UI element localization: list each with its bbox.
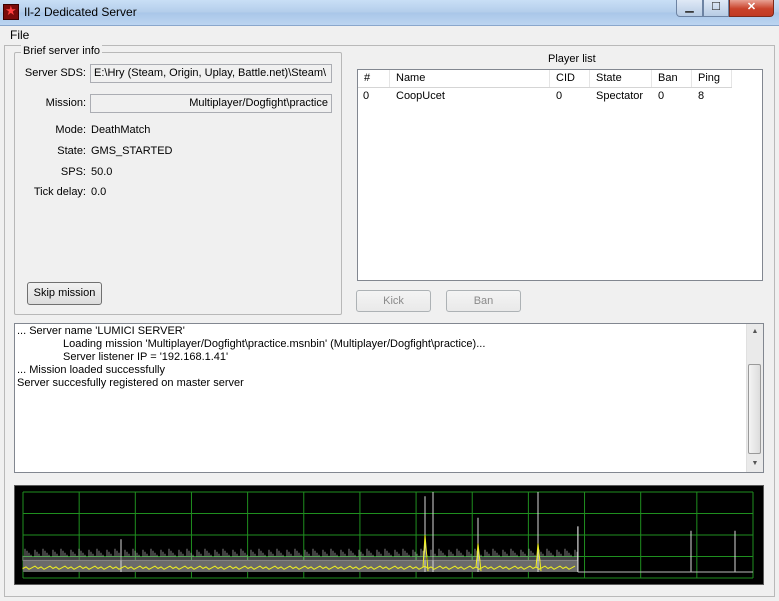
minimize-button[interactable]: ▁ (676, 0, 703, 17)
player-state: Spectator (596, 90, 644, 102)
column-header-cid[interactable]: CID (550, 70, 590, 87)
scroll-up-arrow-icon[interactable]: ▲ (747, 324, 763, 340)
player-cid: 0 (556, 90, 563, 102)
player-list[interactable]: # Name CID State Ban Ping 0 CoopUcet 0 S… (357, 69, 763, 281)
mode-label: Mode: (55, 124, 86, 136)
player-list-header: # Name CID State Ban Ping (358, 70, 732, 88)
sps-label: SPS: (60, 166, 86, 178)
player-ban: 0 (658, 90, 665, 102)
log-line: ... Server name 'LUMICI SERVER' (17, 325, 185, 337)
title-bar[interactable]: Il-2 Dedicated Server ▁ ☐ ✕ (0, 0, 779, 26)
ban-button[interactable]: Ban (446, 290, 521, 312)
skip-mission-button[interactable]: Skip mission (27, 282, 102, 305)
log-line: Server listener IP = '192.168.1.41' (63, 351, 229, 363)
sps-value: 50.0 (91, 166, 113, 178)
maximize-button[interactable]: ☐ (703, 0, 729, 17)
window-title: Il-2 Dedicated Server (24, 5, 137, 19)
state-label: State: (57, 145, 86, 157)
server-sds-field[interactable]: E:\Hry (Steam, Origin, Uplay, Battle.net… (90, 64, 332, 83)
column-header-name[interactable]: Name (390, 70, 550, 87)
menu-bar: File (0, 26, 779, 45)
server-info-legend: Brief server info (21, 45, 103, 57)
player-list-title: Player list (548, 53, 596, 65)
mission-field[interactable]: Multiplayer/Dogfight\practice (90, 94, 332, 113)
column-header-ping[interactable]: Ping (692, 70, 732, 87)
scrollbar-thumb[interactable] (748, 364, 761, 454)
column-header-state[interactable]: State (590, 70, 652, 87)
load-band (23, 559, 578, 572)
log-line: Loading mission 'Multiplayer/Dogfight\pr… (63, 338, 486, 350)
column-header-ban[interactable]: Ban (652, 70, 692, 87)
player-number: 0 (363, 90, 370, 102)
noise-spikes (22, 548, 578, 561)
performance-graph (14, 485, 764, 585)
tick-delay-label: Tick delay: (33, 186, 86, 198)
server-info-group (14, 52, 342, 315)
kick-button[interactable]: Kick (356, 290, 431, 312)
mode-value: DeathMatch (91, 124, 151, 136)
menu-file[interactable]: File (10, 28, 29, 42)
server-sds-label: Server SDS: (24, 67, 86, 79)
tick-delay-value: 0.0 (91, 186, 107, 198)
log-line: Server succesfully registered on master … (17, 377, 244, 389)
state-value: GMS_STARTED (91, 145, 173, 157)
log-line: ... Mission loaded successfully (17, 364, 165, 376)
column-header-number[interactable]: # (358, 70, 390, 87)
player-ping: 8 (698, 90, 705, 102)
close-button[interactable]: ✕ (729, 0, 774, 17)
scroll-down-arrow-icon[interactable]: ▼ (747, 456, 763, 472)
performance-graph-canvas (22, 491, 754, 579)
log-output[interactable]: ... Server name 'LUMICI SERVER' Loading … (14, 323, 764, 473)
mission-label: Mission: (45, 97, 86, 109)
app-icon (3, 3, 19, 20)
log-scrollbar[interactable]: ▲ ▼ (746, 324, 763, 472)
player-name: CoopUcet (396, 90, 445, 102)
